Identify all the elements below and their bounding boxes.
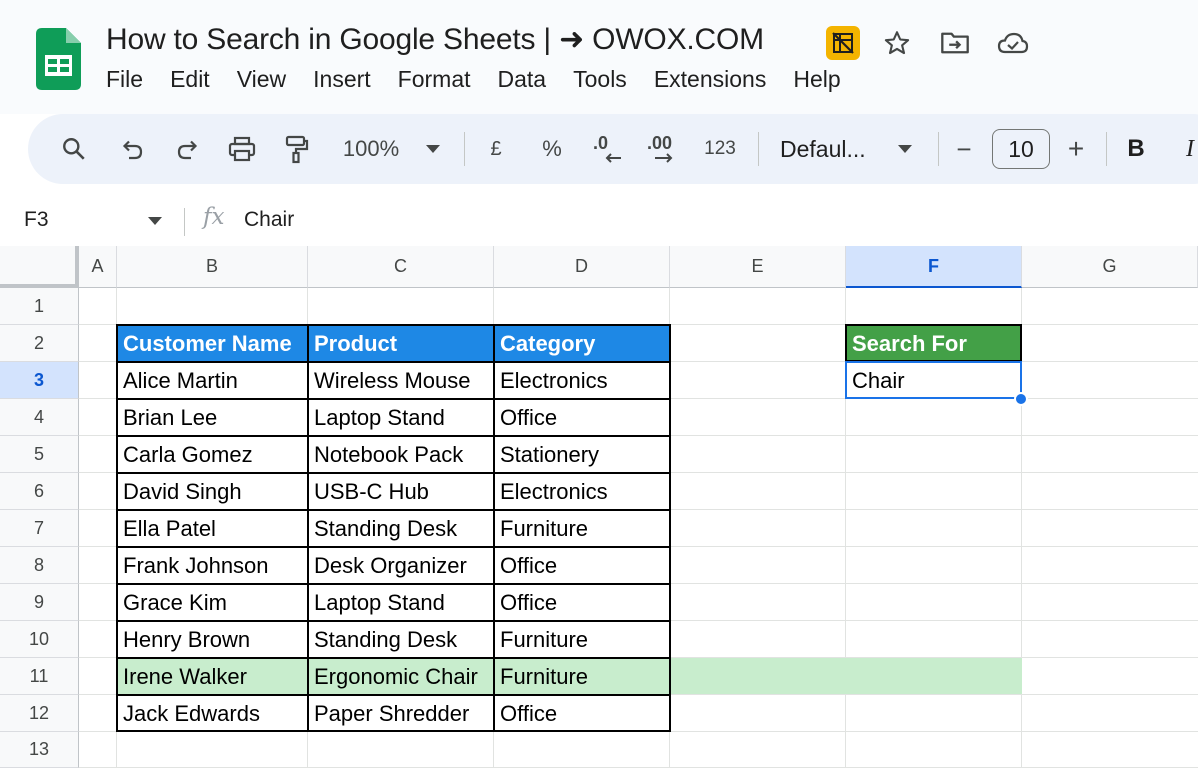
column-header-d[interactable]: D <box>494 246 670 288</box>
column-header-f[interactable]: F <box>846 246 1022 288</box>
row-header-1[interactable]: 1 <box>0 288 79 325</box>
menu-edit[interactable]: Edit <box>170 66 210 93</box>
formula-input[interactable]: Chair <box>244 208 294 232</box>
fx-icon: fx <box>203 204 225 230</box>
document-title[interactable]: How to Search in Google Sheets | ➜ OWOX.… <box>106 22 764 57</box>
more-formats-button[interactable]: 123 <box>700 114 740 184</box>
italic-button[interactable]: I <box>1180 114 1198 184</box>
row-header-9[interactable]: 9 <box>0 584 79 621</box>
font-size-input[interactable]: 10 <box>992 129 1050 169</box>
zoom-dropdown-icon[interactable] <box>422 114 444 184</box>
row-header-4[interactable]: 4 <box>0 399 79 436</box>
row-header-3[interactable]: 3 <box>0 362 79 399</box>
column-header-g[interactable]: G <box>1022 246 1198 288</box>
increase-font-size-button[interactable]: + <box>1064 114 1088 184</box>
star-icon[interactable] <box>880 26 914 60</box>
decrease-font-size-button[interactable]: − <box>952 114 976 184</box>
row-header-13[interactable]: 13 <box>0 732 79 768</box>
row-header-12[interactable]: 12 <box>0 695 79 732</box>
formula-bar: F3 fx Chair <box>0 198 1198 244</box>
font-dropdown-icon[interactable] <box>894 114 916 184</box>
row-header-7[interactable]: 7 <box>0 510 79 547</box>
title-bar: How to Search in Google Sheets | ➜ OWOX.… <box>0 0 1198 114</box>
format-percent-button[interactable]: % <box>538 114 566 184</box>
column-header-c[interactable]: C <box>308 246 494 288</box>
active-cell-selection <box>845 361 1022 399</box>
row-header-5[interactable]: 5 <box>0 436 79 473</box>
spreadsheet-grid: A B C D E F G 1 2 3 4 5 6 7 8 9 10 11 12… <box>0 246 1198 768</box>
row-header-2[interactable]: 2 <box>0 325 79 362</box>
move-folder-icon[interactable] <box>938 26 972 60</box>
zoom-select[interactable]: 100% <box>336 114 406 184</box>
toolbar: 100% £ % .0 .00 123 Defaul... − 10 + B I <box>28 114 1198 184</box>
sheets-logo-icon[interactable] <box>36 28 81 90</box>
select-all-corner[interactable] <box>0 246 79 288</box>
print-icon[interactable] <box>224 114 260 184</box>
row-header-10[interactable]: 10 <box>0 621 79 658</box>
menu-insert[interactable]: Insert <box>313 66 371 93</box>
decrease-decimal-button[interactable]: .0 <box>590 114 626 184</box>
menu-file[interactable]: File <box>106 66 143 93</box>
search-menus-icon[interactable] <box>56 114 92 184</box>
column-header-e[interactable]: E <box>670 246 846 288</box>
menu-tools[interactable]: Tools <box>573 66 627 93</box>
column-header-a[interactable]: A <box>79 246 117 288</box>
sharing-restriction-icon[interactable] <box>826 26 860 60</box>
paint-format-icon[interactable] <box>280 114 314 184</box>
format-currency-button[interactable]: £ <box>484 114 508 184</box>
search-for-label[interactable]: Search For <box>846 325 1022 362</box>
row-header-8[interactable]: 8 <box>0 547 79 584</box>
bold-button[interactable]: B <box>1124 114 1148 184</box>
row-header-6[interactable]: 6 <box>0 473 79 510</box>
menu-help[interactable]: Help <box>793 66 840 93</box>
name-box-dropdown-icon[interactable] <box>148 206 162 239</box>
svg-text:.0: .0 <box>593 134 608 153</box>
menu-bar: File Edit View Insert Format Data Tools … <box>106 66 868 93</box>
fill-handle[interactable] <box>1014 392 1028 406</box>
svg-text:.00: .00 <box>647 134 672 153</box>
redo-icon[interactable] <box>170 114 204 184</box>
table-border <box>116 324 671 732</box>
cloud-status-icon[interactable] <box>996 26 1030 60</box>
menu-data[interactable]: Data <box>498 66 547 93</box>
undo-icon[interactable] <box>116 114 150 184</box>
menu-extensions[interactable]: Extensions <box>654 66 767 93</box>
menu-format[interactable]: Format <box>398 66 471 93</box>
increase-decimal-button[interactable]: .00 <box>644 114 686 184</box>
font-family-select[interactable]: Defaul... <box>780 114 876 184</box>
column-header-b[interactable]: B <box>117 246 308 288</box>
name-box[interactable]: F3 <box>24 208 49 232</box>
row-header-11[interactable]: 11 <box>0 658 79 695</box>
menu-view[interactable]: View <box>237 66 286 93</box>
